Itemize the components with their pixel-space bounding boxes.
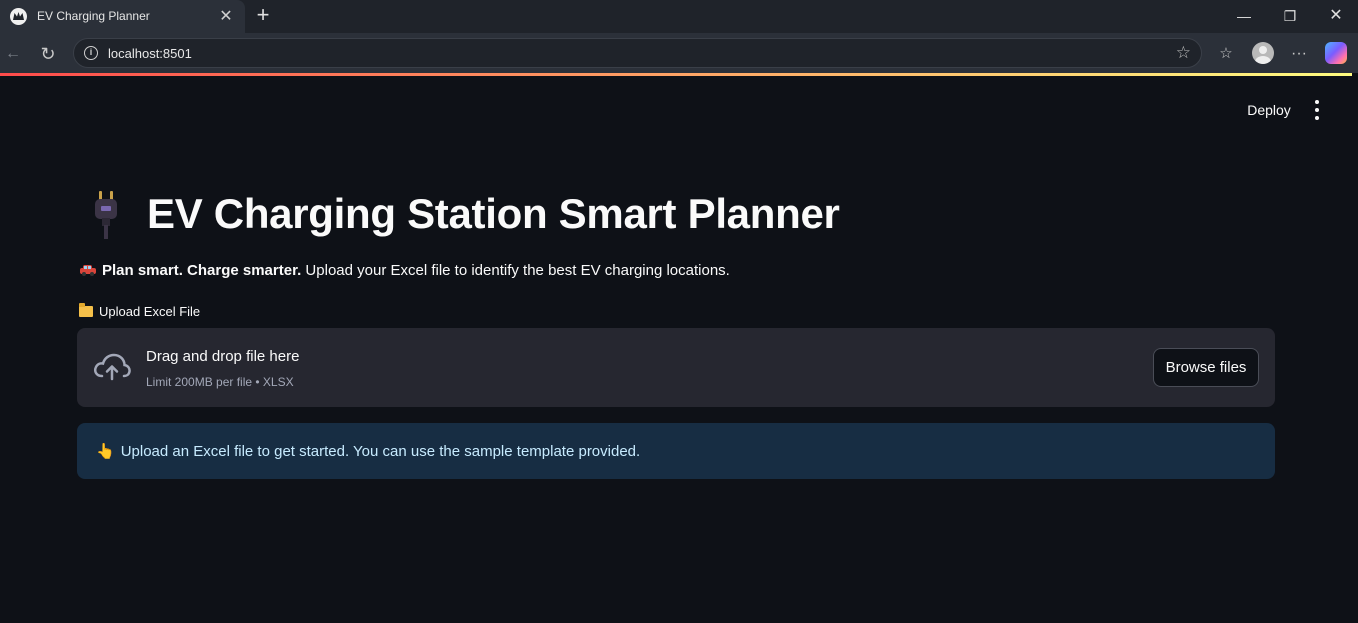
reload-icon[interactable]: ↻	[37, 43, 59, 65]
dropzone-title: Drag and drop file here	[146, 348, 300, 365]
info-alert: 👆 Upload an Excel file to get started. Yo…	[77, 423, 1275, 479]
tab-title: EV Charging Planner	[37, 9, 150, 23]
info-text: Upload an Excel file to get started. You…	[120, 443, 641, 460]
car-icon	[80, 265, 96, 276]
close-tab-icon[interactable]: ✕	[217, 8, 235, 26]
browser-toolbar: ← ↻ i localhost:8501 ☆ ☆ ···	[0, 33, 1358, 73]
new-tab-icon[interactable]: +	[251, 4, 275, 28]
electric-plug-icon	[95, 191, 117, 239]
file-dropzone[interactable]: Drag and drop file here Limit 200MB per …	[77, 328, 1275, 407]
tagline-bold: Plan smart. Charge smarter.	[102, 262, 302, 279]
cloud-upload-icon	[94, 353, 131, 381]
folder-icon	[79, 303, 93, 317]
scrollbar-track[interactable]	[1352, 73, 1358, 623]
deploy-button[interactable]: Deploy	[1236, 99, 1302, 121]
browser-tab[interactable]: EV Charging Planner ✕	[0, 0, 245, 33]
info-message: 👆 Upload an Excel file to get started. Yo…	[96, 442, 640, 460]
streamlit-favicon-icon	[10, 8, 27, 25]
pointing-hand-icon: 👆	[96, 443, 115, 460]
address-bar[interactable]: i localhost:8501 ☆	[73, 38, 1202, 68]
page-title: EV Charging Station Smart Planner	[147, 190, 840, 237]
streamlit-app: Deploy EV Charging Station Smart Planner…	[0, 73, 1358, 623]
copilot-icon[interactable]	[1325, 42, 1347, 64]
restore-icon[interactable]: ❐	[1280, 6, 1300, 26]
main-menu-icon[interactable]	[1308, 97, 1326, 123]
tagline: Plan smart. Charge smarter. Upload your …	[79, 262, 730, 279]
favorite-star-icon[interactable]: ☆	[1176, 43, 1191, 63]
browser-tab-bar: EV Charging Planner ✕ + — ❐ ✕	[0, 0, 1358, 33]
upload-label: Upload Excel File	[79, 303, 201, 319]
header-decoration	[0, 73, 1358, 76]
address-text: localhost:8501	[108, 46, 192, 61]
upload-label-text: Upload Excel File	[99, 304, 201, 319]
dropzone-limit: Limit 200MB per file • XLSX	[146, 375, 294, 389]
site-info-icon[interactable]: i	[84, 46, 98, 60]
more-menu-icon[interactable]: ···	[1288, 43, 1310, 65]
browse-files-button[interactable]: Browse files	[1153, 348, 1259, 387]
tagline-rest: Upload your Excel file to identify the b…	[301, 262, 730, 279]
minimize-icon[interactable]: —	[1234, 6, 1254, 26]
profile-avatar[interactable]	[1252, 42, 1274, 64]
close-window-icon[interactable]: ✕	[1326, 6, 1346, 26]
favorites-icon[interactable]: ☆	[1215, 43, 1237, 65]
back-icon[interactable]: ←	[2, 43, 24, 65]
